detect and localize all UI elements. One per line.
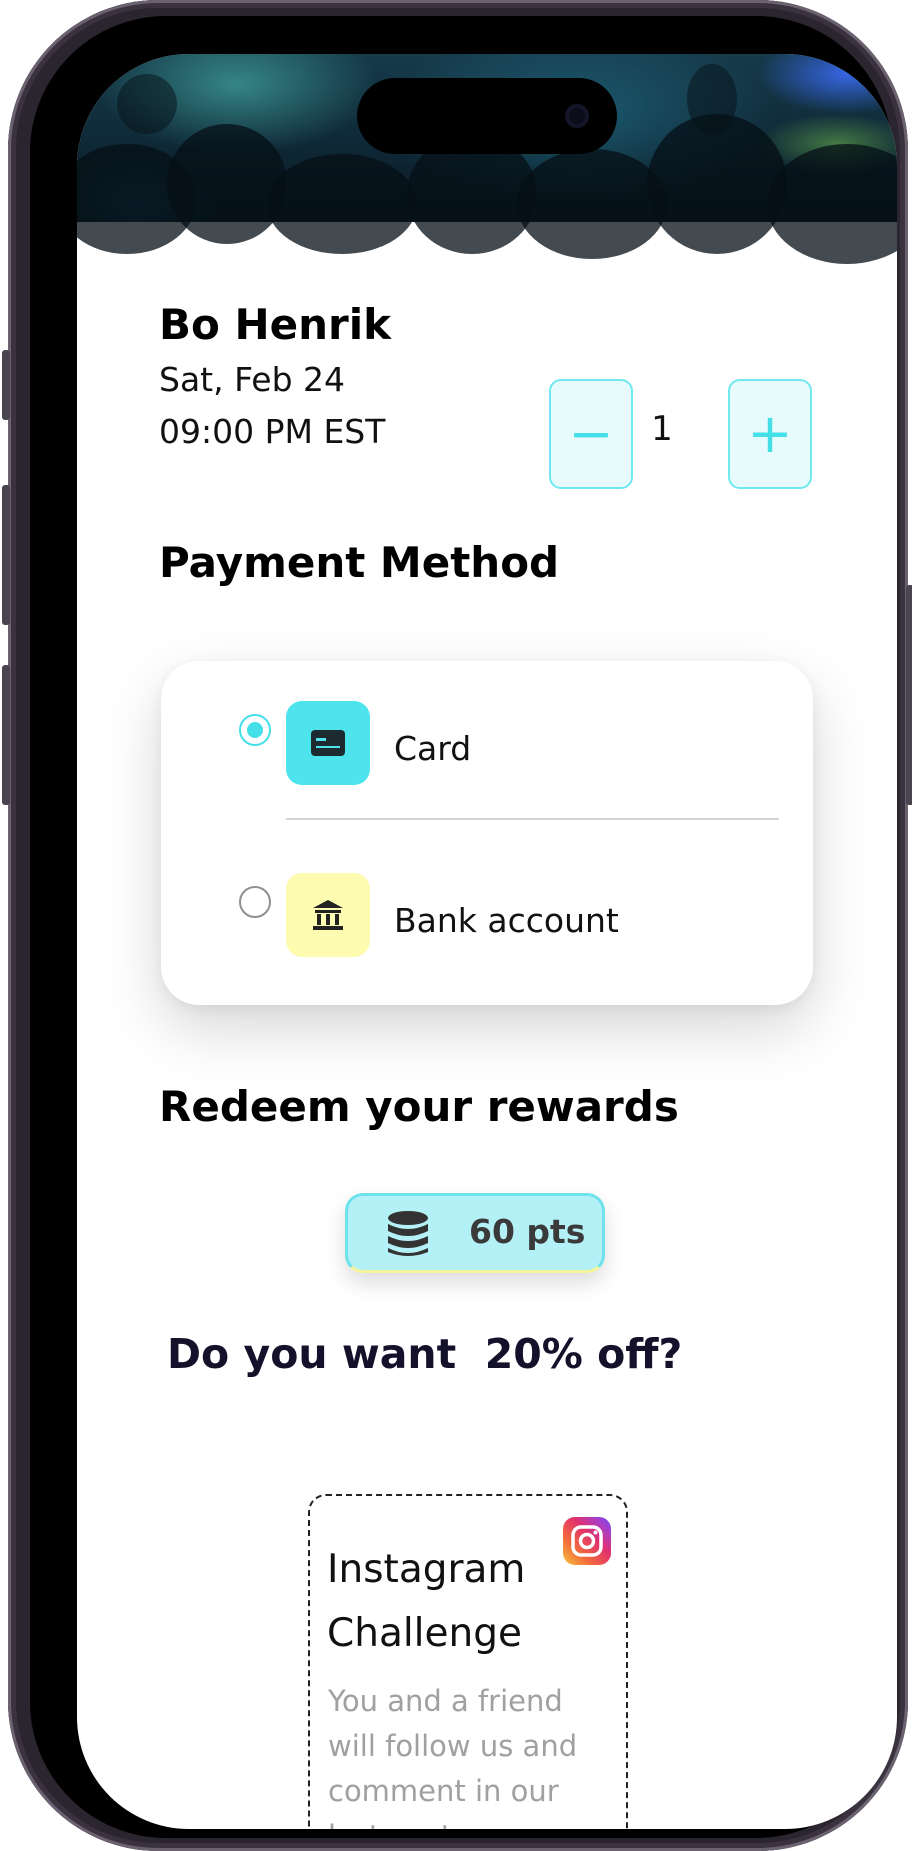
event-time: 09:00 PM EST: [159, 412, 386, 451]
volume-up-button: [2, 485, 10, 625]
bank-account-radio[interactable]: [239, 886, 271, 918]
discount-offer-title: Do you want 20% off?: [167, 1330, 683, 1378]
payment-divider: [286, 818, 779, 820]
phone-bezel: Bo Henrik Sat, Feb 24 09:00 PM EST − 1 +…: [30, 16, 897, 1838]
instagram-challenge-card[interactable]: Instagram Challenge You and a friend wil…: [308, 1494, 628, 1829]
card-radio[interactable]: [239, 714, 271, 746]
quantity-value: 1: [651, 409, 673, 449]
credit-card-icon: [286, 701, 370, 785]
card-option-label[interactable]: Card: [394, 729, 471, 768]
decrease-quantity-button[interactable]: −: [549, 379, 633, 489]
phone-frame: Bo Henrik Sat, Feb 24 09:00 PM EST − 1 +…: [2, 0, 912, 1851]
challenge-title: Instagram Challenge: [327, 1547, 526, 1656]
redeem-points-button[interactable]: 60 pts: [345, 1193, 605, 1273]
challenge-description: You and a friend will follow us and comm…: [328, 1684, 578, 1829]
app-screen: Bo Henrik Sat, Feb 24 09:00 PM EST − 1 +…: [77, 54, 897, 1829]
payment-method-card: Card Bank account: [161, 661, 813, 1005]
front-camera: [565, 104, 589, 128]
side-button: [2, 350, 10, 420]
volume-down-button: [2, 665, 10, 805]
instagram-icon: [563, 1517, 611, 1565]
coins-stack-icon: [386, 1210, 430, 1262]
payment-method-title: Payment Method: [159, 538, 560, 587]
increase-quantity-button[interactable]: +: [728, 379, 812, 489]
event-date: Sat, Feb 24: [159, 360, 345, 399]
bank-account-option-label[interactable]: Bank account: [394, 901, 619, 940]
event-name: Bo Henrik: [159, 300, 392, 349]
event-hero-image: [77, 54, 897, 264]
points-value: 60 pts: [469, 1212, 586, 1251]
power-button: [906, 585, 912, 805]
bank-icon: [286, 873, 370, 957]
rewards-title: Redeem your rewards: [159, 1082, 679, 1131]
